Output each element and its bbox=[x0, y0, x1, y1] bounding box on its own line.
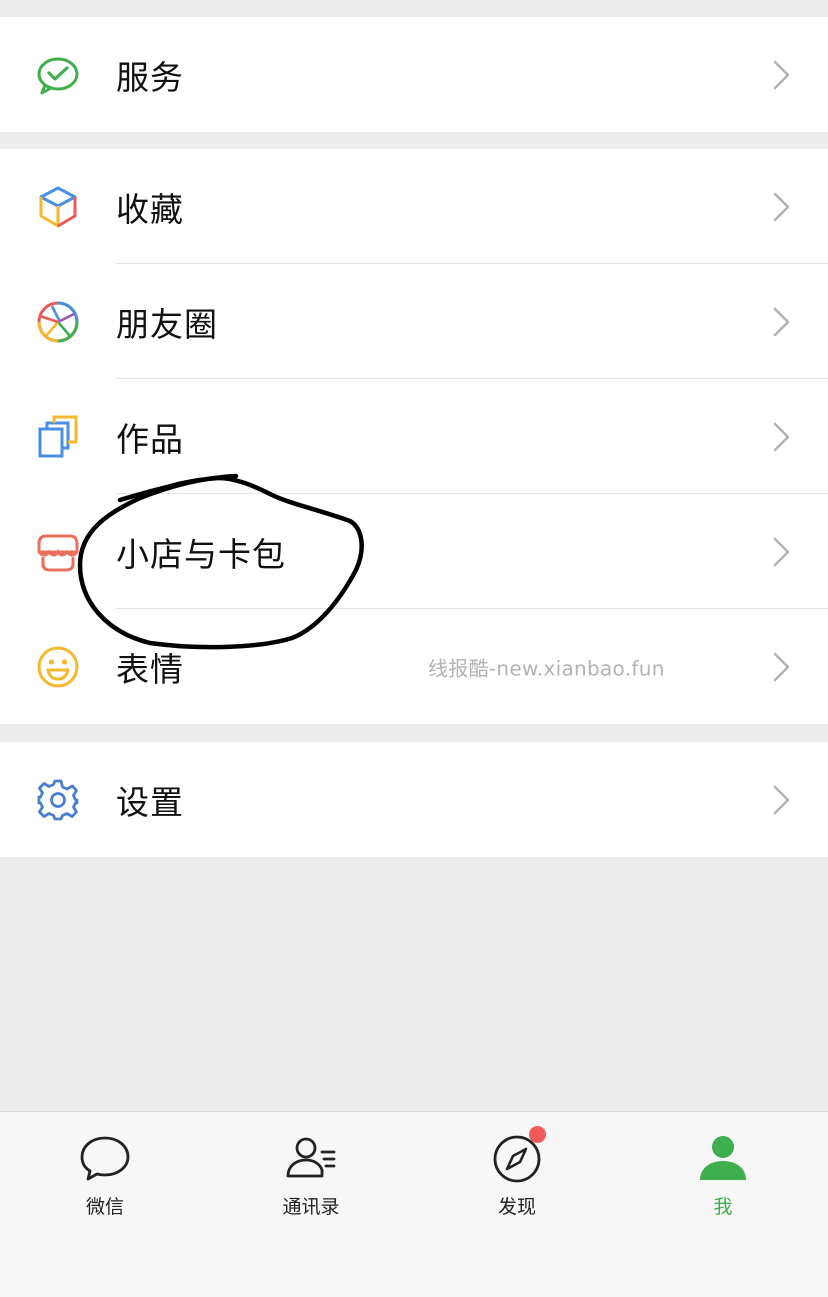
person-icon bbox=[696, 1132, 750, 1186]
chevron-right-icon bbox=[772, 421, 792, 453]
menu-item-works[interactable]: 作品 bbox=[0, 379, 828, 494]
shop-awning-icon bbox=[36, 530, 80, 574]
menu-item-label: 小店与卡包 bbox=[116, 534, 286, 574]
menu-item-label: 表情 bbox=[116, 649, 184, 689]
moments-aperture-icon bbox=[36, 300, 80, 344]
menu-item-label: 朋友圈 bbox=[116, 304, 218, 344]
tab-chats[interactable]: 微信 bbox=[45, 1132, 165, 1232]
menu-item-services[interactable]: 服务 bbox=[0, 17, 828, 132]
tab-label: 微信 bbox=[85, 1196, 124, 1218]
works-stack-icon bbox=[36, 415, 80, 459]
watermark-text: 线报酷-new.xianbao.fun bbox=[428, 656, 665, 680]
menu-item-label: 收藏 bbox=[116, 189, 184, 229]
bottom-tab-bar: 微信 通讯录 发现 我 bbox=[0, 1111, 828, 1297]
gear-icon bbox=[36, 778, 80, 822]
tab-me[interactable]: 我 bbox=[663, 1132, 783, 1232]
settings-group: 设置 bbox=[0, 742, 828, 857]
chevron-right-icon bbox=[772, 784, 792, 816]
contacts-icon bbox=[284, 1132, 338, 1186]
chevron-right-icon bbox=[772, 191, 792, 223]
chevron-right-icon bbox=[772, 306, 792, 338]
notification-badge bbox=[529, 1126, 546, 1143]
wechat-pay-check-icon bbox=[36, 53, 80, 97]
menu-item-shop-and-cards[interactable]: 小店与卡包 bbox=[0, 494, 828, 609]
tab-discover[interactable]: 发现 bbox=[457, 1126, 577, 1232]
chat-bubble-icon bbox=[78, 1132, 132, 1186]
menu-item-label: 作品 bbox=[116, 419, 184, 459]
services-group: 服务 bbox=[0, 17, 828, 132]
menu-item-label: 设置 bbox=[116, 782, 184, 822]
tab-label: 通讯录 bbox=[282, 1196, 340, 1218]
favorites-cube-icon bbox=[36, 185, 80, 229]
tab-label: 我 bbox=[713, 1196, 733, 1218]
main-group: 收藏 朋友圈 作品 小店与卡包 表情 线报酷-new.xianbao.fun bbox=[0, 149, 828, 724]
smiley-face-icon bbox=[36, 645, 80, 689]
tab-label: 发现 bbox=[497, 1196, 536, 1218]
menu-item-settings[interactable]: 设置 bbox=[0, 742, 828, 857]
chevron-right-icon bbox=[772, 59, 792, 91]
menu-item-label: 服务 bbox=[116, 57, 184, 97]
tab-contacts[interactable]: 通讯录 bbox=[251, 1132, 371, 1232]
me-page: 服务 收藏 朋友圈 作品 小店与卡包 表情 线报酷-new.xianbao.fu… bbox=[0, 0, 828, 1297]
menu-item-moments[interactable]: 朋友圈 bbox=[0, 264, 828, 379]
menu-item-favorites[interactable]: 收藏 bbox=[0, 149, 828, 264]
chevron-right-icon bbox=[772, 651, 792, 683]
compass-icon bbox=[490, 1126, 546, 1186]
menu-item-stickers[interactable]: 表情 线报酷-new.xianbao.fun bbox=[0, 609, 828, 724]
chevron-right-icon bbox=[772, 536, 792, 568]
